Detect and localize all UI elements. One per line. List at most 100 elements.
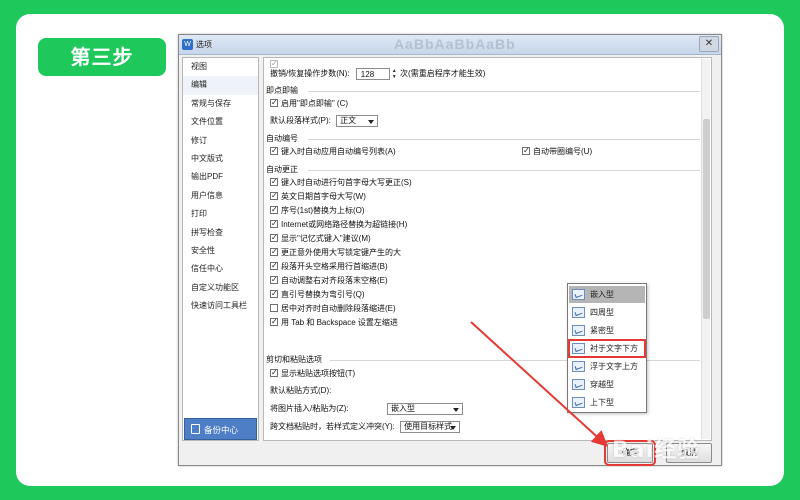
nav-item-output-pdf[interactable]: 输出PDF <box>183 168 258 186</box>
autocorrect-checkbox[interactable] <box>270 176 278 188</box>
backup-label: 备份中心 <box>204 425 239 435</box>
wrap-style-option[interactable]: 穿越型 <box>569 376 645 393</box>
show-paste-button-label: 显示粘贴选项按钮(T) <box>281 369 356 378</box>
wrap-style-option[interactable]: 四周型 <box>569 304 645 321</box>
autocorrect-option[interactable]: 序号(1st)替换为上标(O) <box>270 204 365 217</box>
panel-scrollbar[interactable] <box>701 59 710 439</box>
autocorrect-option[interactable]: 键入时自动进行句首字母大写更正(S) <box>270 176 412 189</box>
autocorrect-checkbox[interactable] <box>270 190 278 202</box>
undo-steps-input[interactable]: 128 <box>355 68 390 80</box>
enable-instant-checkbox[interactable] <box>270 97 278 109</box>
autocorrect-label: 键入时自动进行句首字母大写更正(S) <box>281 178 412 187</box>
autocorrect-option[interactable]: 更正意外使用大写锁定键产生的大 <box>270 246 401 259</box>
show-paste-button-checkbox[interactable] <box>270 367 278 379</box>
nav-item-revision[interactable]: 修订 <box>183 132 258 150</box>
autocorrect-label: 居中对齐时自动删除段落缩进(E) <box>281 304 396 313</box>
step-badge: 第三步 <box>38 38 166 76</box>
wrap-style-icon <box>572 379 585 390</box>
section-autocorrect: 自动更正 <box>266 164 706 176</box>
wrap-style-icon <box>572 289 585 300</box>
auto-circle-number[interactable]: 自动带圈编号(U) <box>522 145 593 158</box>
background-style-preview: AaBbAaBbAaBb <box>394 36 516 52</box>
nav-item-file-location[interactable]: 文件位置 <box>183 113 258 131</box>
undo-steps-spinner[interactable]: ▲ ▼ <box>392 68 398 80</box>
nav-item-security[interactable]: 安全性 <box>183 242 258 260</box>
autocorrect-option[interactable]: 自动调整右对齐段落末空格(E) <box>270 274 388 287</box>
nav-item-general-save[interactable]: 常规与保存 <box>183 95 258 113</box>
autocorrect-checkbox[interactable] <box>270 260 278 272</box>
autocorrect-checkbox[interactable] <box>270 204 278 216</box>
section-instant-input: 即点即输 <box>266 85 706 97</box>
nav-item-edit[interactable]: 编辑 <box>183 76 258 95</box>
section-cut-paste-title: 剪切和粘贴选项 <box>266 355 322 364</box>
wrap-style-label: 穿越型 <box>590 380 614 389</box>
close-button[interactable]: ✕ <box>699 36 719 52</box>
autocorrect-checkbox[interactable] <box>270 218 278 230</box>
autocorrect-option[interactable]: 英文日期首字母大写(W) <box>270 190 366 203</box>
autocorrect-checkbox[interactable] <box>270 316 278 328</box>
nav-item-quick-access[interactable]: 快速访问工具栏 <box>183 297 258 315</box>
autocorrect-option[interactable]: 用 Tab 和 Backspace 设置左缩进 <box>270 316 398 329</box>
wrap-style-icon <box>572 343 585 354</box>
dialog-title: 选项 <box>196 40 212 49</box>
section-auto-numbering-title: 自动编号 <box>266 134 298 143</box>
section-autocorrect-title: 自动更正 <box>266 165 298 174</box>
backup-center-button[interactable]: 备份中心 <box>184 418 257 440</box>
autocorrect-option[interactable]: 居中对齐时自动删除段落缩进(E) <box>270 303 396 315</box>
auto-circle-number-label: 自动带圈编号(U) <box>533 147 593 156</box>
autocorrect-checkbox[interactable] <box>270 232 278 244</box>
autocorrect-option[interactable]: 直引号替换为弯引号(Q) <box>270 288 365 301</box>
show-paste-button-row[interactable]: 显示粘贴选项按钮(T) <box>270 367 356 380</box>
scrollbar-thumb[interactable] <box>703 119 710 319</box>
wrap-style-label: 上下型 <box>590 398 614 407</box>
auto-numbered-list[interactable]: 键入时自动应用自动编号列表(A) <box>270 145 396 158</box>
watermark: Bai经验 <box>612 438 701 463</box>
wrap-style-option[interactable]: 浮于文字上方 <box>569 358 645 375</box>
autocorrect-label: 更正意外使用大写锁定键产生的大 <box>281 248 401 257</box>
wrap-style-option[interactable]: 衬于文字下方 <box>568 339 646 358</box>
autocorrect-label: 序号(1st)替换为上标(O) <box>281 206 365 215</box>
default-paste-row: 默认粘贴方式(D): <box>270 385 331 397</box>
auto-circle-number-checkbox[interactable] <box>522 145 530 157</box>
nav-item-spell-check[interactable]: 拼写检查 <box>183 224 258 242</box>
enable-instant-input[interactable]: 启用"即点即输" (C) <box>270 97 349 110</box>
default-para-select[interactable]: 正文 <box>336 115 379 127</box>
autocorrect-option[interactable]: 段落开头空格采用行首缩进(B) <box>270 260 388 273</box>
autocorrect-option[interactable]: 显示"记忆式键入"建议(M) <box>270 232 371 245</box>
autocorrect-label: 自动调整右对齐段落末空格(E) <box>281 276 388 285</box>
chevron-down-icon <box>368 120 375 124</box>
autocorrect-checkbox[interactable] <box>270 246 278 258</box>
autocorrect-label: 英文日期首字母大写(W) <box>281 192 366 201</box>
cross-doc-select[interactable]: 使用目标样式 <box>400 421 461 433</box>
auto-numbered-list-checkbox[interactable] <box>270 145 278 157</box>
undo-steps-row: 撤销/恢复操作步数(N): 128 ▲ ▼ 次(需重启程序才能生效) <box>270 68 485 80</box>
wrap-style-label: 紧密型 <box>590 326 614 335</box>
autocorrect-checkbox[interactable] <box>270 274 278 286</box>
nav-item-trust-center[interactable]: 信任中心 <box>183 260 258 278</box>
enable-instant-label: 启用"即点即输" (C) <box>281 99 349 108</box>
dialog-titlebar[interactable]: W 选项 AaBbAaBbAaBb ✕ <box>179 35 721 55</box>
wrap-style-icon <box>572 307 585 318</box>
wrap-style-option[interactable]: 上下型 <box>569 394 645 411</box>
cross-doc-label: 跨文档粘贴时，若样式定义冲突(Y): <box>270 422 395 432</box>
options-nav: 视图 编辑 常规与保存 文件位置 修订 中文版式 输出PDF 用户信息 打印 拼… <box>182 57 259 441</box>
wrap-style-option[interactable]: 嵌入型 <box>569 286 645 303</box>
default-paste-label: 默认粘贴方式(D): <box>270 386 332 395</box>
wrap-style-icon <box>572 397 585 408</box>
default-para-row: 默认段落样式(P): 正文 <box>270 115 379 127</box>
autocorrect-label: Internet或网络路径替换为超链接(H) <box>281 220 408 229</box>
wrap-style-option[interactable]: 紧密型 <box>569 322 645 339</box>
nav-item-print[interactable]: 打印 <box>183 205 258 223</box>
autocorrect-label: 用 Tab 和 Backspace 设置左缩进 <box>281 318 398 327</box>
autocorrect-option[interactable]: Internet或网络路径替换为超链接(H) <box>270 218 408 231</box>
default-para-label: 默认段落样式(P): <box>270 116 331 126</box>
nav-item-view[interactable]: 视图 <box>183 58 258 76</box>
insert-picture-select[interactable]: 嵌入型 <box>387 403 463 415</box>
autocorrect-checkbox[interactable] <box>270 304 278 312</box>
nav-item-user-info[interactable]: 用户信息 <box>183 187 258 205</box>
section-auto-numbering: 自动编号 <box>266 133 706 145</box>
nav-item-chinese-layout[interactable]: 中文版式 <box>183 150 258 168</box>
autocorrect-checkbox[interactable] <box>270 288 278 300</box>
nav-item-customize-ribbon[interactable]: 自定义功能区 <box>183 279 258 297</box>
undo-steps-label: 撤销/恢复操作步数(N): <box>270 69 350 79</box>
